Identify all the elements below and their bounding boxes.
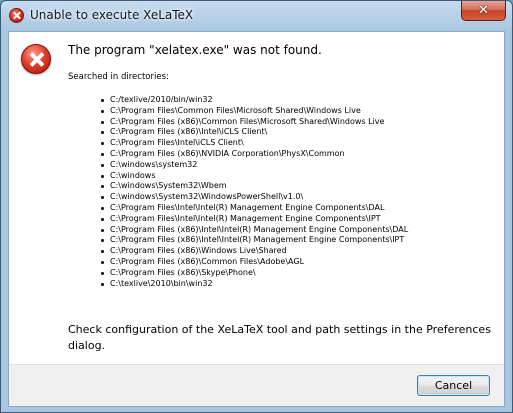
directory-item: C:\Program Files (x86)\Skype\Phone\ [101,268,496,279]
directory-item: C:\Program Files (x86)\Intel\iCLS Client… [101,127,496,138]
directory-item: C:\Program Files (x86)\Windows Live\Shar… [101,246,496,257]
directory-item: C:\windows\system32 [101,160,496,171]
directory-item: C:\Program Files (x86)\Common Files\Adob… [101,257,496,268]
searched-directories-label: Searched in directories: [68,72,169,82]
error-icon [21,44,51,74]
directory-item: C:\Program Files\Intel\Intel(R) Manageme… [101,203,496,214]
close-button[interactable]: ✕ [461,1,506,21]
button-footer: Cancel [9,364,504,406]
directory-item: C:\Program Files (x86)\Intel\Intel(R) Ma… [101,225,496,236]
directory-item: C:\windows\System32\Wbem [101,181,496,192]
dialog-window: Unable to execute XeLaTeX ✕ The program … [0,0,513,413]
cancel-button[interactable]: Cancel [417,375,490,396]
directory-item: C:\Program Files (x86)\Intel\Intel(R) Ma… [101,235,496,246]
directory-item: C:\Program Files\Intel\Intel(R) Manageme… [101,214,496,225]
directory-item: C:\Program Files (x86)\Common Files\Micr… [101,117,496,128]
title-bar[interactable]: Unable to execute XeLaTeX ✕ [1,1,512,31]
close-icon: ✕ [478,3,489,18]
dialog-content: The program "xelatex.exe" was not found.… [8,31,505,407]
directory-item: C:\Program Files\Common Files\Microsoft … [101,106,496,117]
directory-item: C:\windows\System32\WindowsPowerShell\v1… [101,192,496,203]
window-title: Unable to execute XeLaTeX [30,8,194,22]
main-instruction: The program "xelatex.exe" was not found. [68,43,322,57]
directory-item: C:\Program Files\Intel\iCLS Client\ [101,138,496,149]
directory-list: C:/texlive/2010/bin/win32 C:\Program File… [101,95,496,289]
directory-item: C:\texlive\2010\bin\win32 [101,279,496,290]
directory-item: C:/texlive/2010/bin/win32 [101,95,496,106]
footer-message: Check configuration of the XeLaTeX tool … [68,323,491,352]
directory-item: C:\windows [101,171,496,182]
error-icon [9,8,24,23]
directory-item: C:\Program Files (x86)\NVIDIA Corporatio… [101,149,496,160]
